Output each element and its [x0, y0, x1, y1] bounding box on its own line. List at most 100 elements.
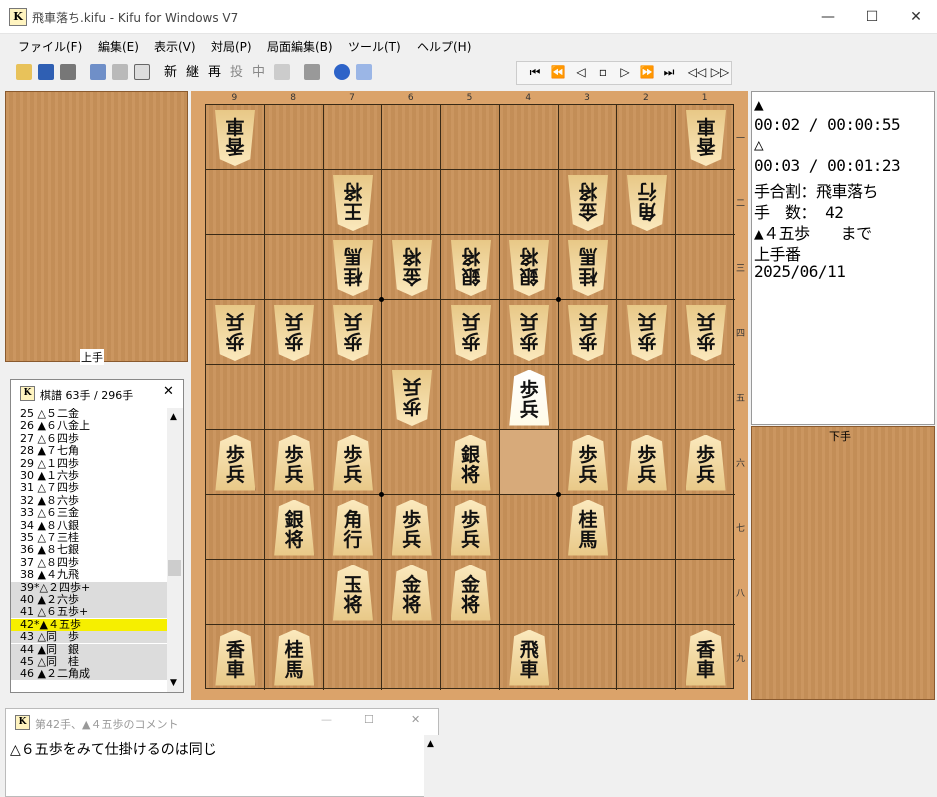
paste-icon[interactable]	[112, 64, 128, 80]
sente-piece[interactable]: 角行	[332, 499, 373, 556]
board-square[interactable]	[559, 625, 618, 690]
board-square[interactable]	[499, 105, 559, 170]
forward-one-icon[interactable]: ▷	[615, 65, 635, 79]
sente-piece[interactable]: 歩兵	[274, 434, 315, 491]
move-item[interactable]: 34 ▲８八銀	[11, 519, 167, 532]
gote-piece[interactable]: 歩兵	[686, 305, 726, 361]
gote-piece[interactable]: 銀将	[451, 240, 491, 296]
gote-piece[interactable]: 歩兵	[215, 305, 255, 361]
stop-icon[interactable]: ▫	[593, 65, 613, 79]
board-square[interactable]	[382, 170, 442, 235]
gote-piece[interactable]: 歩兵	[627, 305, 667, 361]
board-square[interactable]	[676, 495, 735, 560]
board-square[interactable]	[617, 495, 677, 560]
board-square[interactable]	[617, 105, 677, 170]
scroll-up-icon[interactable]: ▲	[170, 412, 177, 422]
list-icon[interactable]	[134, 64, 150, 80]
gote-piece[interactable]: 歩兵	[451, 305, 491, 361]
gote-piece[interactable]: 金将	[568, 175, 608, 231]
suspend-button[interactable]: 中	[252, 64, 265, 82]
sente-piece[interactable]: 歩兵	[450, 499, 491, 556]
sente-piece[interactable]: 金将	[450, 564, 491, 621]
move-item[interactable]: 37 △８四歩	[11, 556, 167, 569]
menu-game[interactable]: 対局(P)	[211, 38, 252, 55]
menu-help[interactable]: ヘルプ(H)	[417, 38, 471, 55]
move-item[interactable]: 36 ▲８七銀	[11, 544, 167, 556]
sente-piece[interactable]: 桂馬	[274, 629, 315, 686]
scroll-down-icon[interactable]: ▼	[170, 678, 177, 688]
move-item[interactable]: 29 △１四歩	[11, 457, 167, 470]
move-item[interactable]: 31 △７四歩	[11, 482, 167, 494]
sente-piece[interactable]: 歩兵	[685, 434, 726, 491]
continue-button[interactable]: 継	[186, 64, 199, 82]
board-square[interactable]	[264, 170, 324, 235]
gote-piece[interactable]: 香車	[686, 110, 726, 166]
close-button[interactable]: ✕	[893, 0, 937, 34]
move-item[interactable]: 45 △同 桂	[11, 656, 167, 668]
menu-view[interactable]: 表示(V)	[154, 38, 196, 55]
board-square[interactable]	[324, 625, 383, 690]
board-square[interactable]	[264, 235, 324, 300]
comment-close-button[interactable]: ✕	[411, 713, 420, 726]
sente-piece[interactable]: 玉将	[332, 564, 373, 621]
shogi-board[interactable]: 香車香車王将金将角行桂馬金将銀将銀将桂馬歩兵歩兵歩兵歩兵歩兵歩兵歩兵歩兵歩兵歩兵…	[205, 104, 735, 690]
last-move-icon[interactable]: ⏭	[659, 65, 679, 80]
gote-piece-stand[interactable]: 上手	[5, 91, 188, 365]
back-ten-icon[interactable]: ⏪	[548, 65, 568, 79]
gote-piece[interactable]: 金将	[392, 240, 432, 296]
board-square[interactable]	[499, 430, 559, 495]
gote-piece[interactable]: 歩兵	[274, 305, 314, 361]
board-square[interactable]	[382, 625, 442, 690]
sente-piece[interactable]: 桂馬	[568, 499, 609, 556]
move-item[interactable]: 26 ▲６八金上	[11, 420, 167, 432]
board-square[interactable]	[323, 365, 383, 430]
board-square[interactable]	[441, 365, 500, 430]
board-square[interactable]	[441, 105, 500, 170]
move-item[interactable]: 41 △６五歩+	[11, 606, 167, 619]
board-square[interactable]	[676, 170, 735, 235]
open-folder-icon[interactable]	[16, 64, 32, 80]
board-square[interactable]	[499, 495, 559, 560]
new-game-button[interactable]: 新	[164, 64, 177, 82]
menu-tools[interactable]: ツール(T)	[348, 38, 401, 55]
context-help-icon[interactable]	[356, 64, 372, 80]
board-square[interactable]	[264, 560, 324, 625]
board-square[interactable]	[206, 560, 265, 625]
comment-scrollbar[interactable]: ▲	[424, 735, 439, 797]
board-square[interactable]	[499, 170, 559, 235]
move-item[interactable]: 46 ▲２二角成	[11, 668, 167, 681]
next-branch-icon[interactable]: ▷▷	[709, 65, 731, 79]
kifu-close-button[interactable]: ✕	[163, 384, 174, 399]
board-square[interactable]	[617, 625, 677, 690]
comment-text[interactable]: △６五歩をみて仕掛けるのは同じ	[10, 739, 217, 759]
current-move-item[interactable]: 42*▲４五歩	[11, 618, 167, 631]
sente-piece[interactable]: 歩兵	[215, 434, 256, 491]
gote-piece[interactable]: 銀将	[509, 240, 549, 296]
board-square[interactable]	[206, 170, 265, 235]
resign-button[interactable]: 投	[230, 64, 243, 82]
board-square[interactable]	[441, 625, 500, 690]
move-item[interactable]: 38 ▲４九飛	[11, 569, 167, 581]
scroll-thumb[interactable]	[168, 560, 181, 576]
comment-scroll-up-icon[interactable]: ▲	[427, 739, 434, 749]
gote-piece[interactable]: 角行	[627, 175, 667, 231]
help-icon[interactable]	[334, 64, 350, 80]
sente-piece-stand[interactable]: 下手	[751, 426, 935, 700]
gote-piece[interactable]: 歩兵	[509, 305, 549, 361]
minimize-button[interactable]: —	[805, 0, 851, 34]
board-square[interactable]	[617, 560, 677, 625]
board-square[interactable]	[617, 365, 677, 430]
menu-file[interactable]: ファイル(F)	[18, 38, 82, 55]
replay-button[interactable]: 再	[208, 64, 221, 82]
board-square[interactable]	[382, 300, 442, 365]
comment-maximize-button[interactable]: ☐	[364, 713, 374, 726]
save-icon[interactable]	[38, 64, 54, 80]
hand-icon[interactable]	[274, 64, 290, 80]
sente-piece[interactable]: 歩兵	[509, 369, 550, 426]
sente-piece[interactable]: 金将	[391, 564, 432, 621]
move-item[interactable]: 32 ▲８六歩	[11, 494, 167, 507]
menu-edit[interactable]: 編集(E)	[98, 38, 139, 55]
board-square[interactable]	[206, 235, 265, 300]
gote-piece[interactable]: 王将	[333, 175, 373, 231]
sente-piece[interactable]: 歩兵	[332, 434, 373, 491]
